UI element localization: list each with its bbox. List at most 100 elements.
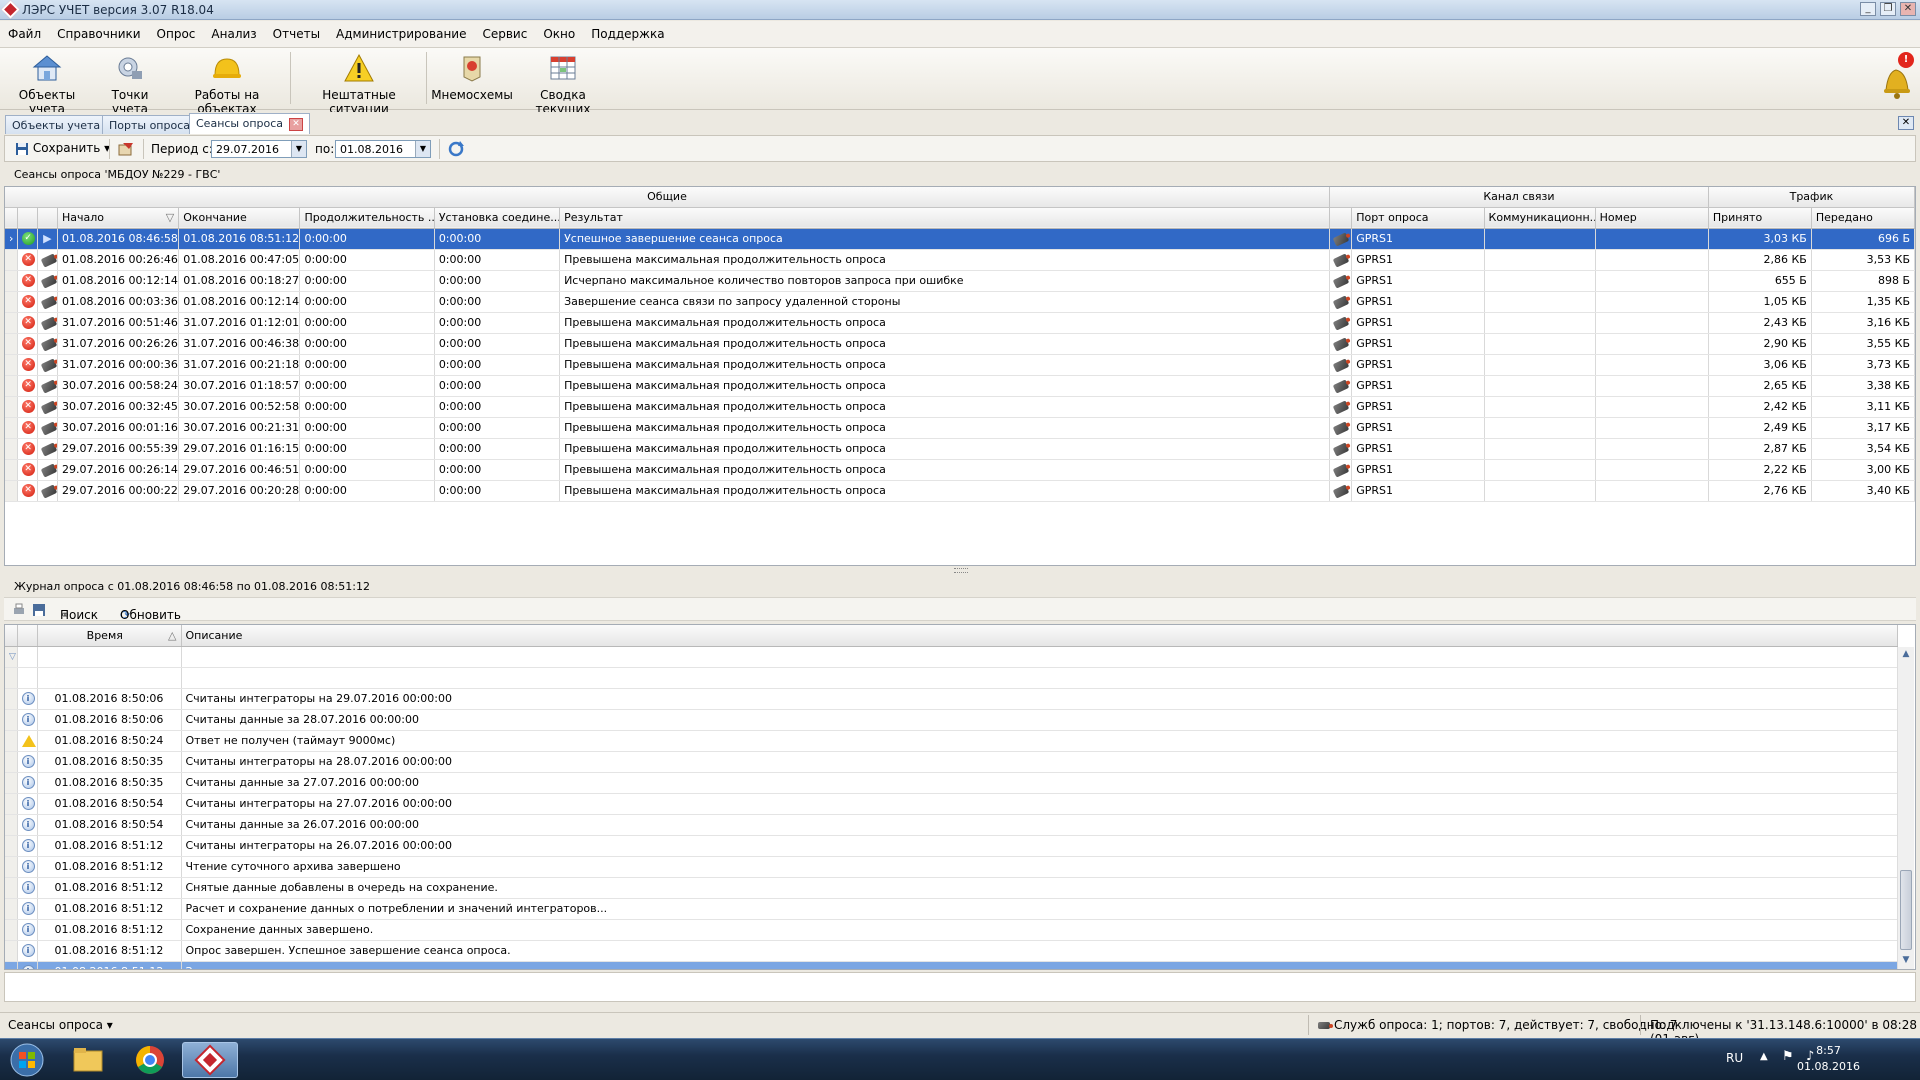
close-document-button[interactable]: ✕ — [1898, 116, 1914, 130]
cell-connect: 0:00:00 — [434, 249, 561, 271]
journal-row[interactable]: i 01.08.2016 8:51:12 Снятые данные добавле… — [5, 877, 1898, 899]
notification-bell[interactable]: ! — [1880, 52, 1914, 100]
emergency-button[interactable]: Нештатные ситуации — [296, 51, 422, 116]
session-row[interactable]: ✕ 30.07.2016 00:01:16 30.07.2016 00:21:31 0… — [5, 417, 1915, 439]
save-journal-icon[interactable] — [32, 603, 46, 620]
summary-button[interactable]: Сводка текущих — [516, 51, 610, 116]
col-number[interactable]: Номер — [1595, 207, 1709, 229]
col-result[interactable]: Результат — [559, 207, 1330, 229]
menu-support[interactable]: Поддержка — [583, 27, 672, 41]
clock[interactable]: 8:57 01.08.2016 — [1797, 1043, 1860, 1075]
journal-row[interactable]: i 01.08.2016 8:50:54 Считаны данные за 26.… — [5, 814, 1898, 836]
objects-button[interactable]: Объекты учета — [4, 51, 90, 116]
session-row[interactable]: ✕ 31.07.2016 00:00:36 31.07.2016 00:21:18 0… — [5, 354, 1915, 376]
menu-reports[interactable]: Отчеты — [265, 27, 328, 41]
journal-row[interactable]: i 01.08.2016 8:51:12 Считаны интеграторы н… — [5, 835, 1898, 857]
journal-row[interactable]: i 01.08.2016 8:51:12 Сохранение данных зав… — [5, 919, 1898, 941]
taskbar-chrome[interactable] — [122, 1042, 178, 1078]
col-recv[interactable]: Принято — [1708, 207, 1812, 229]
tab-close-icon[interactable]: ✕ — [289, 117, 304, 131]
col-end[interactable]: Окончание — [178, 207, 301, 229]
filter-cell[interactable] — [37, 646, 182, 668]
period-from-picker[interactable]: 29.07.2016 ▼ — [211, 140, 307, 158]
journal-scrollbar[interactable]: ▲ ▼ — [1897, 647, 1914, 969]
col-comm[interactable]: Коммуникационн... — [1484, 207, 1596, 229]
session-row[interactable]: ✕ 29.07.2016 00:55:39 29.07.2016 01:16:15 0… — [5, 438, 1915, 460]
works-button[interactable]: Работы на объектах — [170, 51, 284, 116]
status-view-selector[interactable]: Сеансы опроса ▾ — [8, 1018, 113, 1032]
cell-time: 01.08.2016 8:51:12 — [37, 919, 182, 941]
session-row[interactable]: › ✓ ▶ 01.08.2016 08:46:58 01.08.2016 08:51:1… — [5, 228, 1915, 250]
session-row[interactable]: ✕ 29.07.2016 00:00:22 29.07.2016 00:20:28 0… — [5, 480, 1915, 502]
row-indicator — [5, 312, 18, 334]
journal-row[interactable]: i 01.08.2016 8:50:35 Считаны интеграторы н… — [5, 751, 1898, 773]
tab-objects[interactable]: Объекты учета — [5, 115, 108, 134]
maximize-button[interactable]: ❐ — [1880, 2, 1896, 16]
taskbar-lers[interactable] — [182, 1042, 238, 1078]
taskbar-explorer[interactable] — [60, 1042, 116, 1078]
col-start[interactable]: Начало ▽ — [57, 207, 180, 229]
journal-row[interactable]: 01.08.2016 8:50:24 Ответ не получен (тайм… — [5, 730, 1898, 752]
menu-poll[interactable]: Опрос — [149, 27, 204, 41]
menu-service[interactable]: Сервис — [474, 27, 535, 41]
session-row[interactable]: ✕ 01.08.2016 00:26:46 01.08.2016 00:47:05 0… — [5, 249, 1915, 271]
plug-icon — [1318, 1022, 1333, 1029]
col-desc[interactable]: Описание — [181, 625, 1898, 647]
cell-number — [1595, 249, 1709, 271]
scroll-up-icon[interactable]: ▲ — [1900, 649, 1912, 661]
menu-window[interactable]: Окно — [535, 27, 583, 41]
flag-icon[interactable]: ⚑ — [1782, 1049, 1794, 1064]
print-icon[interactable] — [12, 603, 26, 620]
journal-row[interactable]: i 01.08.2016 8:51:12 Расчет и сохранение д… — [5, 898, 1898, 920]
menu-analysis[interactable]: Анализ — [203, 27, 264, 41]
tab-sessions[interactable]: Сеансы опроса ✕ — [189, 113, 311, 134]
chevron-down-icon[interactable]: ▼ — [291, 141, 306, 157]
scroll-thumb[interactable] — [1900, 870, 1912, 950]
menu-admin[interactable]: Администрирование — [328, 27, 474, 41]
session-row[interactable]: ✕ 01.08.2016 00:03:36 01.08.2016 00:12:14 0… — [5, 291, 1915, 313]
close-button[interactable]: ✕ — [1900, 2, 1916, 16]
session-row[interactable]: ✕ 31.07.2016 00:51:46 31.07.2016 01:12:01 0… — [5, 312, 1915, 334]
refresh-icon[interactable] — [447, 140, 465, 161]
filter-cell[interactable] — [181, 646, 1898, 668]
cell-start: 29.07.2016 00:55:39 — [57, 438, 180, 460]
scroll-down-icon[interactable]: ▼ — [1900, 955, 1912, 967]
col-sent[interactable]: Передано — [1811, 207, 1915, 229]
journal-row[interactable]: i 01.08.2016 8:50:35 Считаны данные за 27.… — [5, 772, 1898, 794]
col-port[interactable]: Порт опроса — [1351, 207, 1485, 229]
session-row[interactable]: ✕ 30.07.2016 00:58:24 30.07.2016 01:18:57 0… — [5, 375, 1915, 397]
menu-references[interactable]: Справочники — [49, 27, 148, 41]
start-button[interactable] — [2, 1042, 52, 1078]
points-button[interactable]: Точки учета — [94, 51, 166, 116]
filter-cell[interactable] — [17, 646, 38, 668]
session-row[interactable]: ✕ 31.07.2016 00:26:26 31.07.2016 00:46:38 0… — [5, 333, 1915, 355]
filter-icon[interactable]: ▽ — [5, 646, 18, 668]
journal-row[interactable]: ›i01.08.2016 8:51:12Задание остановлено. — [5, 961, 1898, 969]
mnemo-button[interactable]: Мнемосхемы — [430, 51, 514, 107]
col-time[interactable]: Время △ — [37, 625, 182, 647]
journal-row[interactable]: i 01.08.2016 8:50:06 Считаны данные за 28.… — [5, 709, 1898, 731]
tray-expand-icon[interactable]: ▲ — [1760, 1051, 1768, 1062]
col-duration[interactable]: Продолжительность ... — [299, 207, 435, 229]
export-icon[interactable] — [117, 141, 135, 160]
journal-row[interactable]: i 01.08.2016 8:51:12 Чтение суточного архи… — [5, 856, 1898, 878]
minimize-button[interactable]: _ — [1860, 2, 1876, 16]
chevron-down-icon[interactable]: ▼ — [415, 141, 430, 157]
filter-row[interactable]: ▽ — [5, 646, 1898, 668]
session-row[interactable]: ✕ 30.07.2016 00:32:45 30.07.2016 00:52:58 0… — [5, 396, 1915, 418]
splitter[interactable] — [4, 566, 1916, 574]
session-row[interactable]: ✕ 01.08.2016 00:12:14 01.08.2016 00:18:27 0… — [5, 270, 1915, 292]
journal-row[interactable]: i 01.08.2016 8:50:06 Считаны интеграторы н… — [5, 688, 1898, 710]
journal-toolbar: ⚭ Поиск ⟳ Обновить — [4, 597, 1916, 622]
col-connect[interactable]: Установка соедине... — [434, 207, 561, 229]
journal-row[interactable]: i 01.08.2016 8:50:54 Считаны интеграторы н… — [5, 793, 1898, 815]
journal-row[interactable]: i 01.08.2016 8:51:12 Опрос завершен. Успеш… — [5, 940, 1898, 962]
period-to-picker[interactable]: 01.08.2016 ▼ — [335, 140, 431, 158]
session-row[interactable]: ✕ 29.07.2016 00:26:14 29.07.2016 00:46:51 0… — [5, 459, 1915, 481]
menu-file[interactable]: Файл — [0, 27, 49, 41]
language-indicator[interactable]: RU — [1726, 1051, 1743, 1065]
cell-number — [1595, 375, 1709, 397]
save-button[interactable]: Сохранить ▾ — [11, 140, 114, 158]
filter-icon[interactable]: ▽ — [166, 211, 174, 224]
tab-ports[interactable]: Порты опроса — [102, 115, 197, 134]
